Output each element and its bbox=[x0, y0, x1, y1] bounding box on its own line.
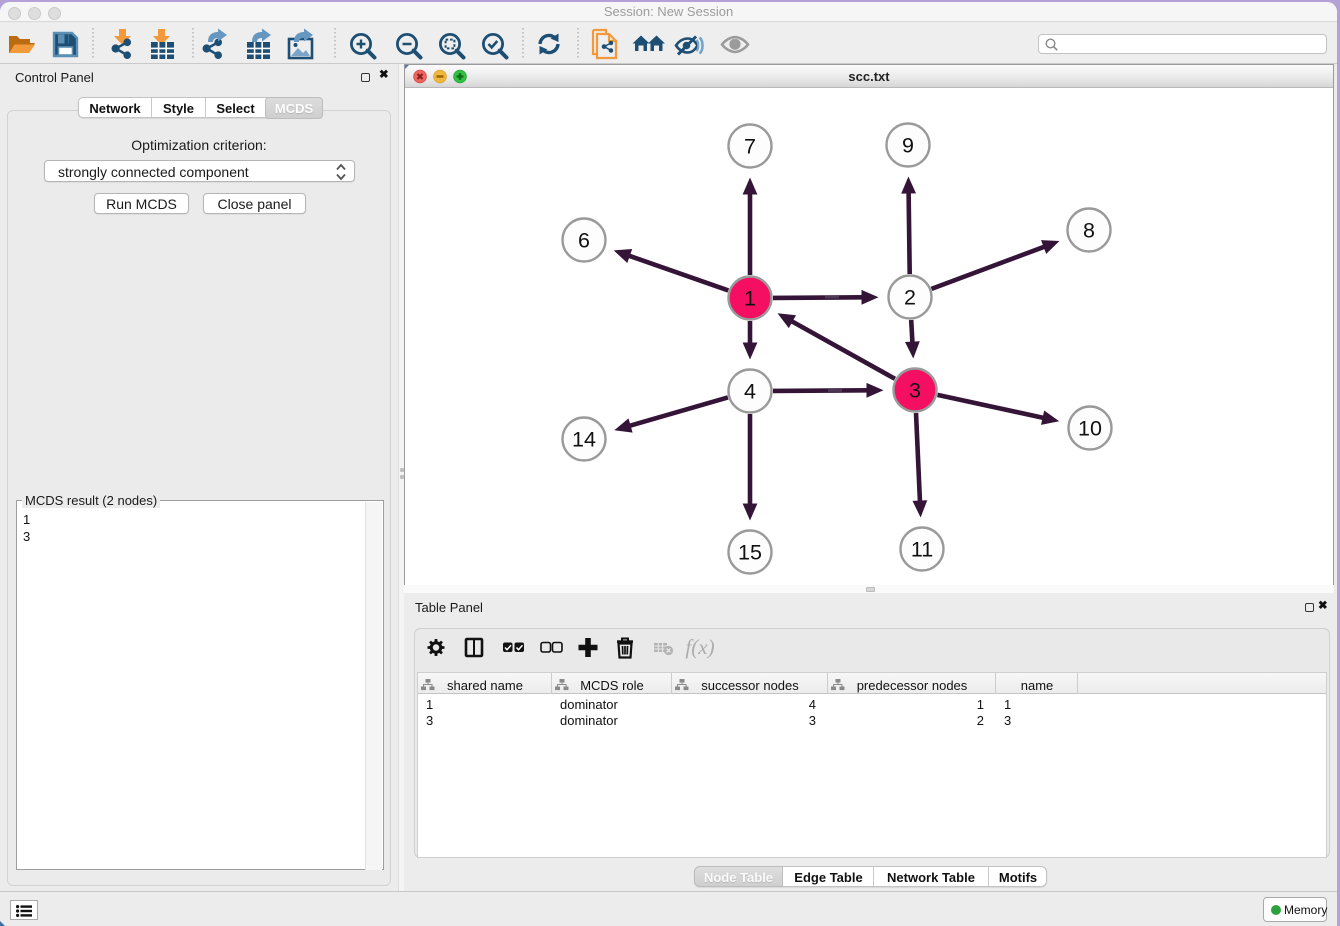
svg-text:8: 8 bbox=[1083, 219, 1095, 243]
svg-text:3: 3 bbox=[909, 379, 921, 403]
svg-text:14: 14 bbox=[572, 428, 596, 452]
svg-text:1: 1 bbox=[744, 287, 756, 311]
svg-text:4: 4 bbox=[744, 380, 756, 404]
svg-text:2: 2 bbox=[904, 286, 916, 310]
svg-text:7: 7 bbox=[744, 135, 756, 159]
svg-text:6: 6 bbox=[578, 229, 590, 253]
svg-text:11: 11 bbox=[911, 538, 933, 562]
svg-text:15: 15 bbox=[738, 541, 762, 565]
svg-text:f(x): f(x) bbox=[685, 635, 714, 659]
svg-text:9: 9 bbox=[902, 134, 914, 158]
svg-text:10: 10 bbox=[1078, 417, 1102, 441]
